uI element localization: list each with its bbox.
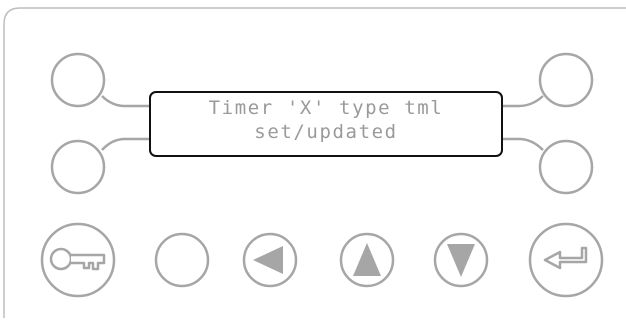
lcd-display: Timer 'X' type tml set/updated	[149, 91, 503, 157]
softkey-top-left[interactable]	[50, 52, 106, 108]
down-arrow-button[interactable]	[433, 232, 489, 288]
left-arrow-button[interactable]	[242, 232, 298, 288]
device-panel: Timer 'X' type tml set/updated	[0, 0, 626, 318]
blank-button[interactable]	[154, 232, 210, 288]
panel-graphics	[3, 7, 626, 318]
key-button[interactable]	[40, 222, 116, 298]
softkey-bottom-right[interactable]	[538, 139, 594, 195]
display-line-2: set/updated	[254, 121, 398, 143]
enter-button[interactable]	[528, 222, 604, 298]
softkey-top-right[interactable]	[538, 52, 594, 108]
display-line-1: Timer 'X' type tml	[208, 97, 444, 119]
up-arrow-button[interactable]	[339, 232, 395, 288]
softkey-bottom-left[interactable]	[50, 139, 106, 195]
